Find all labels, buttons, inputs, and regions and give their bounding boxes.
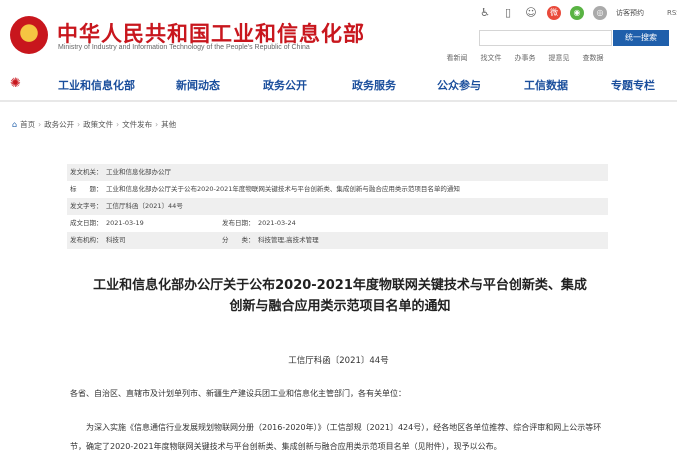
info-value: 工业和信息化部办公厅关于公布2020-2021年度物联网关键技术与平台创新类、集…	[106, 185, 460, 193]
rss-link[interactable]: RSS订阅	[667, 8, 677, 18]
nav-item-gov-services[interactable]: 政务服务	[352, 77, 396, 93]
info-label: 标 题：	[70, 185, 103, 193]
document-title-line: 创新与融合应用类示范项目名单的通知	[229, 299, 451, 314]
nav-item-news[interactable]: 新闻动态	[176, 77, 220, 93]
nav-item-topics[interactable]: 专题专栏	[611, 77, 655, 93]
search-input[interactable]	[479, 30, 612, 46]
home-icon[interactable]: ✺	[10, 77, 24, 91]
breadcrumb-separator: ›	[155, 120, 159, 129]
home-icon: ⌂	[12, 120, 18, 129]
info-value: 科技管理,高技术管理	[258, 236, 319, 244]
document-title: 工业和信息化部办公厅关于公布2020-2021年度物联网关键技术与平台创新类、集…	[60, 275, 620, 317]
site-subtitle: Ministry of Industry and Information Tec…	[58, 44, 310, 51]
info-label: 发文字号：	[70, 202, 103, 210]
breadcrumb-other[interactable]: 其他	[161, 119, 176, 130]
search-button[interactable]: 统一搜索	[613, 30, 669, 46]
breadcrumb: ⌂ 首页 › 政务公开 › 政策文件 › 文件发布 › 其他	[12, 119, 176, 130]
info-label: 分 类：	[222, 236, 255, 244]
info-value: 2021-03-19	[106, 219, 144, 227]
info-value: 工信厅科函〔2021〕44号	[106, 202, 183, 210]
info-row-issuer: 发文机关： 工业和信息化部办公厅	[67, 164, 608, 181]
info-label: 发布机构：	[70, 236, 103, 244]
emblem-star-icon: ★	[20, 23, 38, 44]
breadcrumb-policy[interactable]: 政策文件	[83, 119, 113, 130]
accessibility-icon[interactable]: ♿	[478, 6, 492, 20]
info-label: 发布日期：	[222, 219, 255, 227]
document-info-table: 发文机关： 工业和信息化部办公厅 标 题： 工业和信息化部办公厅关于公布2020…	[67, 164, 608, 249]
quick-link-files[interactable]: 找文件	[474, 53, 508, 63]
quick-link-feedback[interactable]: 提意见	[542, 53, 576, 63]
nav-item-gov-affairs[interactable]: 政务公开	[263, 77, 307, 93]
weibo-icon[interactable]: 微	[547, 6, 561, 20]
info-row-title: 标 题： 工业和信息化部办公厅关于公布2020-2021年度物联网关键技术与平台…	[67, 181, 608, 198]
info-label: 发文机关：	[70, 168, 103, 176]
breadcrumb-gov-affairs[interactable]: 政务公开	[44, 119, 74, 130]
quick-links: 看新闻 找文件 办事务 提意见 查数据	[440, 53, 610, 63]
nav-item-miit[interactable]: 工业和信息化部	[58, 77, 135, 93]
top-toolbar: ♿ ▯ ☺ 微 ◉ ◎ 访客预约 RSS订阅	[478, 5, 677, 21]
info-row-number: 发文字号： 工信厅科函〔2021〕44号	[67, 198, 608, 215]
quick-link-news[interactable]: 看新闻	[440, 53, 474, 63]
breadcrumb-publish[interactable]: 文件发布	[122, 119, 152, 130]
mobile-icon[interactable]: ▯	[501, 6, 515, 20]
visit-appointment-link[interactable]: 访客预约	[616, 8, 644, 18]
quick-link-data[interactable]: 查数据	[576, 53, 610, 63]
document-addressee: 各省、自治区、直辖市及计划单列市、新疆生产建设兵团工业和信息化主管部门，各有关单…	[70, 389, 406, 398]
document-number: 工信厅科函〔2021〕44号	[288, 356, 389, 366]
nav-item-public-participation[interactable]: 公众参与	[437, 77, 481, 93]
wechat-icon[interactable]: ◉	[570, 6, 584, 20]
info-row-dates: 成文日期： 2021-03-19 发布日期： 2021-03-24	[67, 215, 608, 232]
info-value: 科技司	[106, 236, 126, 244]
breadcrumb-separator: ›	[77, 120, 81, 129]
breadcrumb-separator: ›	[38, 120, 42, 129]
document-paragraph: 为深入实施《信息通信行业发展规划物联网分册（2016-2020年）》（工信部规〔…	[70, 423, 602, 451]
document-title-line: 工业和信息化部办公厅关于公布2020-2021年度物联网关键技术与平台创新类、集…	[93, 278, 587, 293]
breadcrumb-separator: ›	[116, 120, 120, 129]
info-value: 2021-03-24	[258, 219, 296, 227]
quick-link-services[interactable]: 办事务	[508, 53, 542, 63]
info-value: 工业和信息化部办公厅	[106, 168, 171, 176]
elderly-mode-icon[interactable]: ☺	[524, 6, 538, 20]
info-label: 成文日期：	[70, 219, 103, 227]
visit-icon[interactable]: ◎	[593, 6, 607, 20]
nav-item-data[interactable]: 工信数据	[524, 77, 568, 93]
breadcrumb-home[interactable]: 首页	[20, 119, 35, 130]
info-row-org: 发布机构： 科技司 分 类： 科技管理,高技术管理	[67, 232, 608, 249]
main-nav: ✺ 工业和信息化部 新闻动态 政务公开 政务服务 公众参与 工信数据 专题专栏	[0, 72, 677, 98]
nav-divider	[0, 100, 677, 102]
